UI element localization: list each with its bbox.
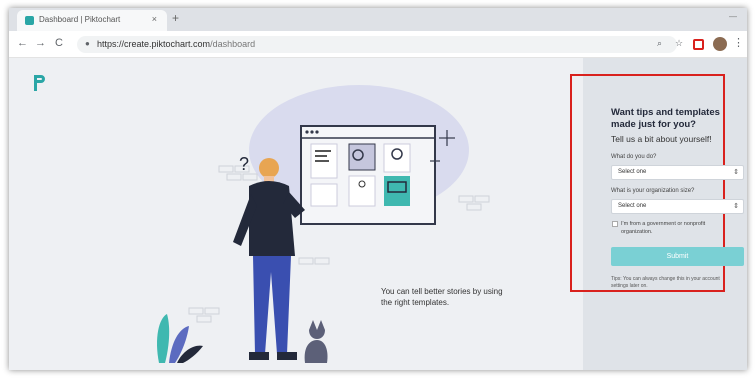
hero-illustration: ? bbox=[156, 85, 490, 363]
org-size-select[interactable]: Select one ⇕ bbox=[611, 199, 744, 214]
menu-icon[interactable]: ⋮ bbox=[733, 36, 744, 49]
nonprofit-checkbox[interactable] bbox=[612, 221, 618, 227]
tips-text: Tips: You can always change this in your… bbox=[611, 276, 720, 289]
org-size-label: What is your organization size? bbox=[611, 188, 695, 194]
url-text: https://create.piktochart.com/dashboard bbox=[97, 39, 256, 49]
role-select[interactable]: Select one ⇕ bbox=[611, 165, 744, 180]
org-size-select-value: Select one bbox=[618, 203, 647, 209]
forward-icon[interactable]: → bbox=[35, 37, 46, 49]
new-tab-button[interactable]: + bbox=[172, 11, 179, 25]
svg-text:?: ? bbox=[239, 154, 249, 174]
form-title: Want tips and templates made just for yo… bbox=[611, 107, 720, 130]
browser-window: Dashboard | Piktochart × + — ← → C ● htt… bbox=[9, 8, 747, 370]
favicon-icon bbox=[25, 16, 34, 25]
form-subtitle: Tell us a bit about yourself! bbox=[611, 134, 712, 144]
submit-button-label: Submit bbox=[666, 253, 689, 260]
avatar[interactable] bbox=[713, 37, 727, 51]
zoom-icon[interactable]: ⌕ bbox=[657, 38, 662, 49]
lock-icon: ● bbox=[85, 39, 90, 48]
role-label: What do you do? bbox=[611, 154, 657, 160]
tab-title: Dashboard | Piktochart bbox=[39, 15, 121, 24]
chevron-icon: ⇕ bbox=[733, 203, 739, 210]
hero-tagline: You can tell better stories by using the… bbox=[381, 287, 503, 307]
url-field[interactable]: ● https://create.piktochart.com/dashboar… bbox=[77, 36, 683, 53]
browser-tab[interactable]: Dashboard | Piktochart × bbox=[17, 10, 167, 31]
piktochart-logo[interactable] bbox=[31, 72, 47, 94]
close-tab-icon[interactable]: × bbox=[152, 14, 157, 24]
nonprofit-checkbox-label: I'm from a government or nonprofit organ… bbox=[621, 221, 706, 235]
submit-button[interactable]: Submit bbox=[611, 247, 744, 266]
role-select-value: Select one bbox=[618, 169, 647, 175]
chevron-icon: ⇕ bbox=[733, 169, 739, 176]
window-controls[interactable]: — bbox=[729, 12, 737, 21]
extension-icon[interactable] bbox=[693, 39, 704, 50]
reload-icon[interactable]: C bbox=[55, 37, 63, 49]
tab-bar: Dashboard | Piktochart × + — bbox=[9, 8, 747, 31]
back-icon[interactable]: ← bbox=[17, 37, 28, 49]
star-icon[interactable]: ☆ bbox=[675, 38, 683, 49]
address-bar: ← → C ● https://create.piktochart.com/da… bbox=[9, 31, 747, 58]
